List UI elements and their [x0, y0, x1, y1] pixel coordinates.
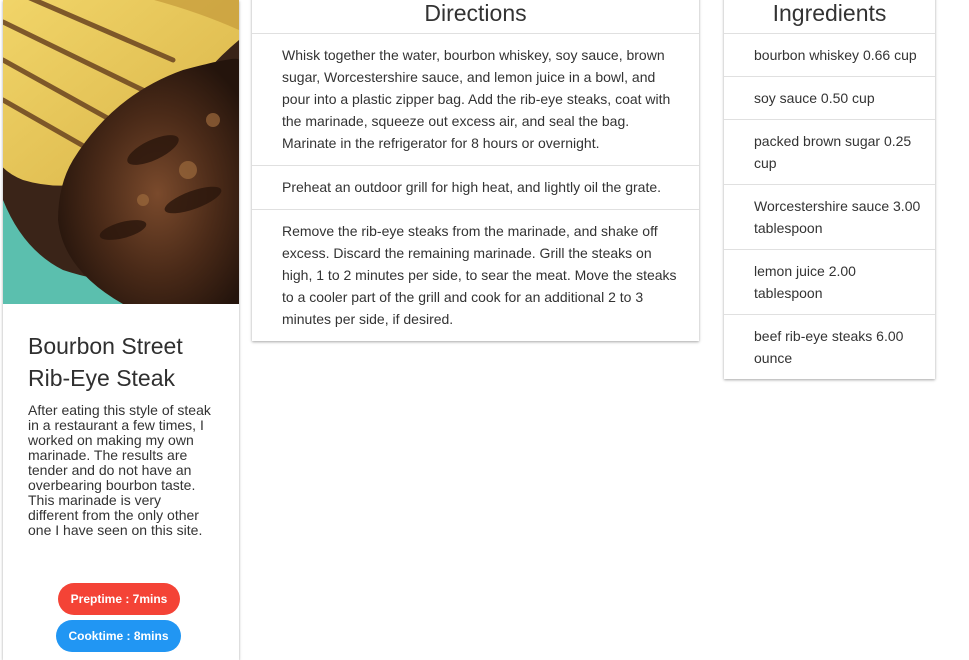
recipe-photo	[3, 0, 239, 304]
direction-step: Whisk together the water, bourbon whiske…	[252, 34, 699, 166]
direction-step: Preheat an outdoor grill for high heat, …	[252, 166, 699, 210]
recipe-title: Bourbon Street Rib-Eye Steak	[28, 333, 183, 391]
ingredient-item: lemon juice 2.00 tablespoon	[724, 250, 935, 315]
directions-heading: Directions	[252, 0, 699, 34]
preptime-badge: Preptime : 7mins	[58, 583, 180, 615]
ingredient-item: beef rib-eye steaks 6.00 ounce	[754, 328, 904, 366]
recipe-card: Bourbon Street Rib-Eye Steak After eatin…	[3, 0, 239, 660]
ingredient-item: bourbon whiskey 0.66 cup	[724, 34, 935, 77]
ingredient-item: Worcestershire sauce 3.00 tablespoon	[724, 185, 935, 250]
direction-step: Remove the rib-eye steaks from the marin…	[282, 223, 677, 327]
cooktime-badge: Cooktime : 8mins	[56, 620, 181, 652]
directions-panel: Directions Whisk together the water, bou…	[252, 0, 699, 341]
recipe-description: After eating this style of steak in a re…	[28, 402, 211, 538]
ingredient-item: soy sauce 0.50 cup	[724, 77, 935, 120]
ingredients-heading: Ingredients	[724, 0, 935, 34]
ingredient-item: packed brown sugar 0.25 cup	[724, 120, 935, 185]
ingredients-panel: Ingredients bourbon whiskey 0.66 cup soy…	[724, 0, 935, 379]
